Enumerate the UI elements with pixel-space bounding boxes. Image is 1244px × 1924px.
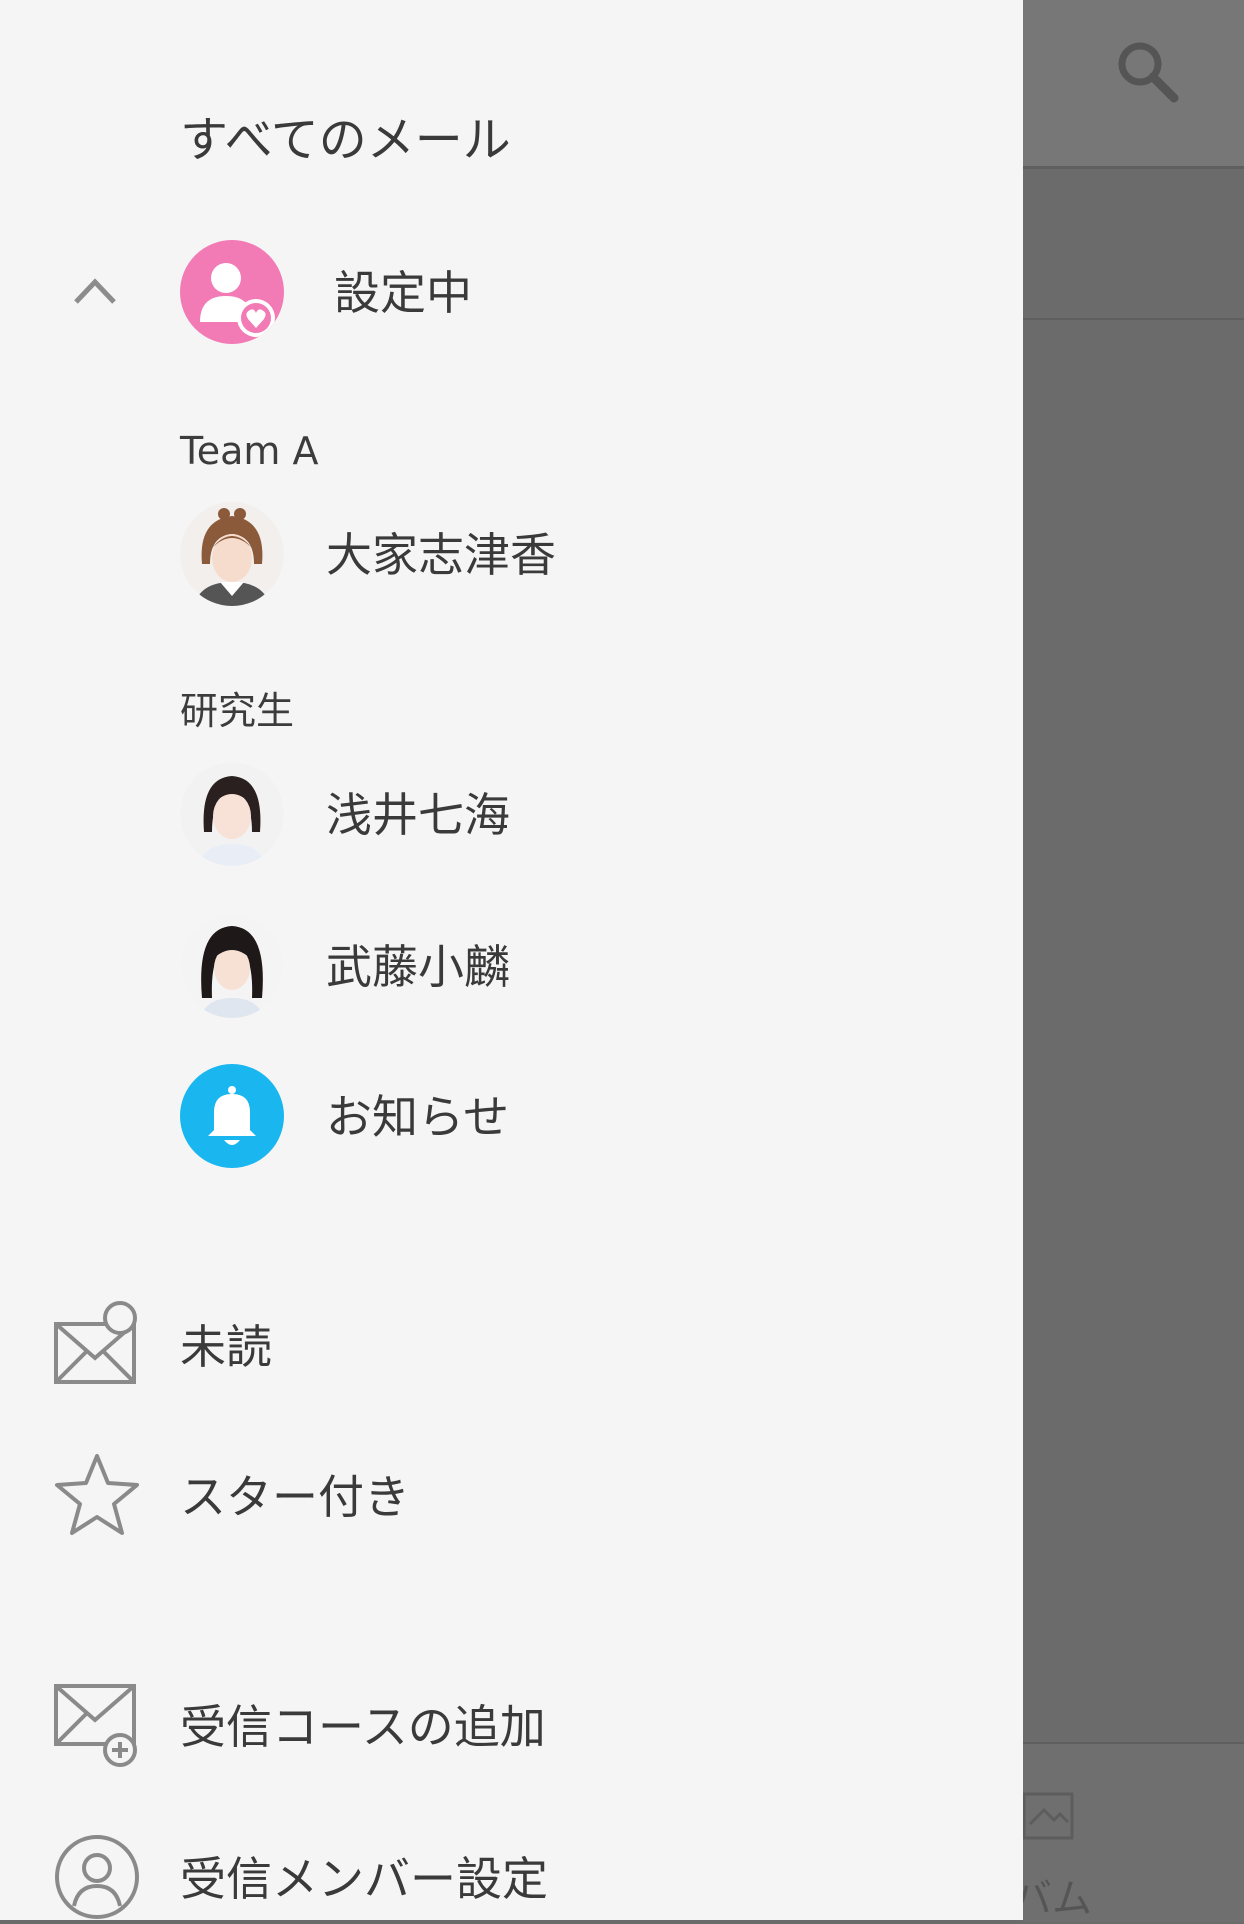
menu-add-course[interactable]: 受信コースの追加 bbox=[180, 1704, 546, 1750]
chevron-up-icon[interactable] bbox=[70, 270, 120, 310]
album-icon bbox=[1022, 1792, 1074, 1840]
member-name[interactable]: 浅井七海 bbox=[326, 792, 510, 838]
person-heart-icon bbox=[200, 263, 275, 337]
member-name[interactable]: 大家志津香 bbox=[326, 532, 556, 578]
notice-label[interactable]: お知らせ bbox=[326, 1094, 509, 1140]
star-icon bbox=[55, 1454, 139, 1535]
add-mail-icon bbox=[54, 1684, 137, 1767]
unread-mail-icon bbox=[54, 1301, 137, 1384]
group-title-trainees: 研究生 bbox=[180, 689, 295, 733]
member-avatar[interactable] bbox=[180, 914, 284, 1018]
profile-avatar[interactable] bbox=[180, 240, 284, 344]
member-photo bbox=[180, 762, 284, 866]
album-tab-label: バム bbox=[1012, 1876, 1092, 1922]
background-divider bbox=[1023, 318, 1244, 320]
menu-unread[interactable]: 未読 bbox=[180, 1324, 272, 1370]
notice-avatar[interactable] bbox=[180, 1064, 284, 1168]
menu-starred[interactable]: スター付き bbox=[180, 1474, 410, 1520]
search-icon bbox=[1118, 42, 1179, 103]
navigation-drawer: すべてのメール 設定中 Team A 大家志津香 研究生 浅井七海 武藤小麟 お… bbox=[0, 0, 1023, 1920]
member-avatar[interactable] bbox=[180, 502, 284, 606]
member-photo bbox=[180, 914, 284, 1018]
member-photo bbox=[180, 502, 284, 606]
member-settings-icon bbox=[55, 1835, 139, 1919]
profile-setting-label[interactable]: 設定中 bbox=[334, 270, 472, 316]
member-avatar[interactable] bbox=[180, 762, 284, 866]
member-name[interactable]: 武藤小麟 bbox=[326, 944, 510, 990]
menu-member-settings[interactable]: 受信メンバー設定 bbox=[180, 1856, 548, 1902]
bell-icon bbox=[208, 1086, 256, 1145]
all-mail-title[interactable]: すべてのメール bbox=[180, 116, 511, 164]
group-title-team-a: Team A bbox=[180, 429, 319, 473]
